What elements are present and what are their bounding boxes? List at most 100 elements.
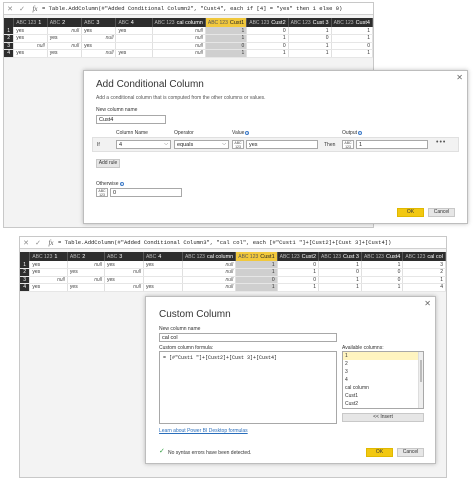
table-cell[interactable]: null [29, 276, 68, 284]
column-type-icon[interactable]: ABC 123 [321, 254, 341, 260]
table-row[interactable]: 2 yes yes null null 1 1 0 1 [4, 34, 373, 43]
table-cell[interactable]: 0 [318, 268, 362, 277]
table-cell[interactable]: null [182, 268, 237, 277]
list-item[interactable]: cal column [343, 384, 423, 392]
table-cell[interactable]: null [152, 49, 206, 58]
value-input[interactable]: yes [246, 140, 318, 149]
close-icon[interactable]: ✕ [424, 299, 431, 308]
column-type-icon[interactable]: ABC 123 [16, 20, 36, 26]
table-cell[interactable]: yes [104, 276, 144, 284]
table-row[interactable]: 1 yes null yes yes null 1 0 1 1 3 [20, 261, 446, 269]
ok-button[interactable]: OK [397, 208, 424, 217]
column-type-icon[interactable]: ABC 123 [334, 20, 354, 26]
table-cell[interactable]: 2 [402, 268, 446, 277]
column-header-cust-3[interactable]: ABC 123 Cust 3 [318, 252, 362, 261]
column-type-icon[interactable]: ABC 123 [291, 20, 311, 26]
column-type-icon[interactable]: ABC 123 [249, 20, 269, 26]
cancel-formula-icon[interactable]: ✕ [20, 239, 32, 247]
custom-formula-editor[interactable]: = [#"Cust1 "]+[Cust2]+[Cust 3]+[Cust4] [159, 351, 337, 424]
column-header-cust-3[interactable]: ABC 123 Cust 3 [288, 18, 332, 27]
column-type-icon[interactable]: ABC 123 [208, 20, 228, 26]
table-cell[interactable]: yes [67, 283, 106, 292]
otherwise-input[interactable]: 0 [110, 188, 182, 197]
table-cell[interactable]: 1 [288, 49, 332, 58]
table-cell[interactable]: yes [29, 261, 68, 269]
table-cell[interactable]: yes [13, 49, 48, 58]
column-header-1[interactable]: ABC 123 1 [13, 18, 48, 27]
output-input[interactable]: 1 [356, 140, 428, 149]
table-cell[interactable]: 1 [235, 261, 278, 269]
column-header-2[interactable]: ABC 2 [67, 252, 106, 261]
table-cell[interactable]: yes [47, 49, 83, 58]
column-header-1[interactable]: ABC 123 1 [29, 252, 68, 261]
table-cell[interactable]: 1 [288, 27, 332, 35]
table-cell[interactable]: yes [115, 27, 153, 35]
table-cell[interactable]: null [152, 34, 206, 43]
table-cell[interactable]: yes [29, 283, 68, 292]
table-cell[interactable]: 0 [361, 276, 404, 284]
table-cell[interactable]: yes [13, 27, 48, 35]
available-columns-list[interactable]: 1 2 3 4 cal column Cust1 Cust2 [342, 351, 424, 409]
table-cell[interactable]: null [182, 261, 237, 269]
table-cell[interactable]: null [182, 283, 237, 292]
table-cell[interactable]: yes [143, 283, 183, 292]
cancel-button[interactable]: Cancel [428, 208, 455, 217]
column-type-icon[interactable]: ABC [146, 254, 156, 260]
column-type-icon[interactable]: ABC [70, 254, 80, 260]
new-column-name-input[interactable]: Cust4 [96, 115, 166, 124]
column-header-cust4[interactable]: ABC 123 Cust4 [361, 252, 404, 261]
column-name-select[interactable]: 4 [116, 140, 171, 149]
table-cell[interactable]: 3 [402, 261, 446, 269]
column-type-icon[interactable]: ABC [118, 20, 128, 26]
bottom-formula-text[interactable]: = Table.AddColumn(#"Added Conditional Co… [58, 239, 391, 246]
cancel-button[interactable]: Cancel [397, 448, 424, 457]
commit-formula-icon[interactable]: ✓ [32, 239, 44, 247]
commit-formula-icon[interactable]: ✓ [16, 5, 28, 13]
table-cell[interactable]: 1 [277, 268, 320, 277]
list-item[interactable]: Cust1 [343, 392, 423, 400]
table-cell[interactable]: 1 [205, 34, 248, 43]
table-cell[interactable]: 1 [331, 34, 373, 43]
scrollbar-thumb[interactable] [420, 360, 422, 382]
list-item[interactable]: 2 [343, 360, 423, 368]
table-row[interactable]: 1 yes null yes yes null 1 0 1 1 [4, 27, 373, 35]
ok-button[interactable]: OK [366, 448, 393, 457]
table-cell[interactable]: 1 [288, 42, 332, 50]
table-cell[interactable]: 1 [361, 283, 404, 292]
table-cell[interactable]: null [47, 42, 83, 50]
table-cell[interactable]: null [13, 42, 48, 50]
table-cell[interactable]: null [81, 34, 117, 43]
table-cell[interactable]: null [47, 27, 83, 35]
table-cell[interactable]: 1 [246, 34, 289, 43]
table-cell[interactable]: yes [81, 42, 117, 50]
top-formula-text[interactable]: = Table.AddColumn(#"Added Conditional Co… [42, 5, 342, 12]
add-rule-button[interactable]: Add rule [96, 159, 120, 168]
grid-corner[interactable] [20, 252, 31, 261]
table-cell[interactable]: 0 [235, 276, 278, 284]
column-type-icon[interactable]: ABC [84, 20, 94, 26]
table-cell[interactable]: 1 [235, 283, 278, 292]
table-cell[interactable]: yes [81, 27, 117, 35]
table-cell[interactable]: null [104, 283, 144, 292]
column-header-4[interactable]: ABC 4 [143, 252, 183, 261]
table-row[interactable]: 4 yes yes null yes null 1 1 1 1 4 [20, 283, 446, 292]
table-cell[interactable]: 1 [235, 268, 278, 277]
table-cell[interactable]: null [67, 276, 106, 284]
column-header-cust4[interactable]: ABC 123 Cust4 [331, 18, 373, 27]
table-cell[interactable]: yes [29, 268, 68, 277]
table-row[interactable]: 4 yes yes null yes null 1 1 1 1 [4, 49, 373, 58]
table-cell[interactable]: 1 [205, 49, 248, 58]
table-row[interactable]: 3 null null yes null 0 0 1 0 1 [20, 276, 446, 284]
list-item[interactable]: 1 [343, 352, 423, 360]
column-header-cust2[interactable]: ABC 123 Cust2 [277, 252, 320, 261]
table-cell[interactable]: yes [115, 49, 153, 58]
table-cell[interactable] [115, 42, 153, 50]
close-icon[interactable]: ✕ [456, 73, 463, 82]
table-row[interactable]: 2 yes yes null null 1 1 0 0 2 [20, 268, 446, 277]
column-header-cal-column[interactable]: ABC 123 cal column [182, 252, 237, 261]
table-cell[interactable]: null [81, 49, 117, 58]
table-cell[interactable] [143, 276, 183, 284]
table-cell[interactable]: 1 [318, 276, 362, 284]
column-type-icon[interactable]: ABC 123 [280, 254, 300, 260]
table-cell[interactable]: 1 [331, 49, 373, 58]
